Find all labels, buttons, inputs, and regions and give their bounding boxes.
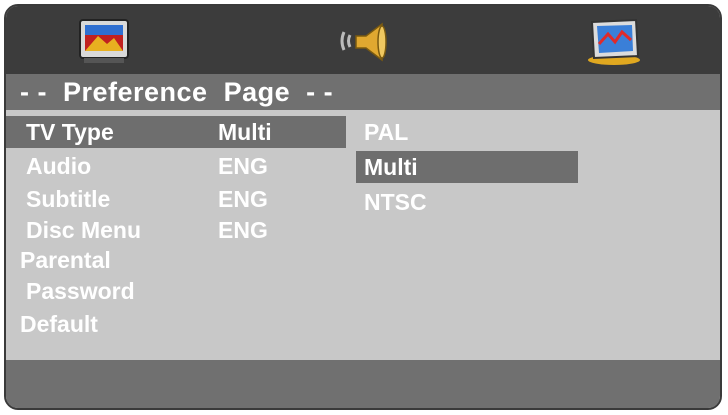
preference-picture-icon[interactable] [584,16,644,66]
tv-monitor-icon[interactable] [74,16,134,66]
option-multi[interactable]: Multi [356,151,578,183]
option-label: PAL [364,119,409,145]
title-bar: - - Preference Page - - [6,74,720,110]
menu-item-label: Disc Menu [26,217,142,243]
menu-item-password[interactable]: Password [6,275,346,307]
menu-item-value: ENG [218,153,268,179]
menu-item-default[interactable]: Default [6,308,346,340]
menu-item-label: Subtitle [26,186,111,212]
menu-item-tv-type[interactable]: TV Type Multi [6,116,346,148]
osd-screen: - - Preference Page - - TV Type Multi Au… [4,4,722,410]
page-title: - - Preference Page - - [20,77,334,107]
menu-item-label: Audio [26,153,92,179]
settings-content: TV Type Multi Audio ENG Subtitle ENG Dis… [6,110,720,364]
option-pal[interactable]: PAL [356,116,578,148]
speaker-audio-icon[interactable] [336,16,396,66]
menu-item-disc-menu[interactable]: Disc Menu ENG [6,214,346,246]
menu-item-label: TV Type [26,119,114,145]
option-label: NTSC [364,189,427,215]
menu-item-value: Multi [218,119,272,145]
menu-item-parental[interactable]: Parental [6,244,346,276]
menu-item-value: ENG [218,186,268,212]
menu-item-label: Default [20,311,98,337]
menu-item-label: Password [26,278,135,304]
menu-item-subtitle[interactable]: Subtitle ENG [6,183,346,215]
option-label: Multi [364,154,418,180]
option-ntsc[interactable]: NTSC [356,186,578,218]
menu-item-value: ENG [218,217,268,243]
menu-item-label: Parental [20,247,111,273]
top-tab-bar [6,6,720,74]
menu-item-audio[interactable]: Audio ENG [6,150,346,182]
bottom-status-bar [6,360,720,408]
